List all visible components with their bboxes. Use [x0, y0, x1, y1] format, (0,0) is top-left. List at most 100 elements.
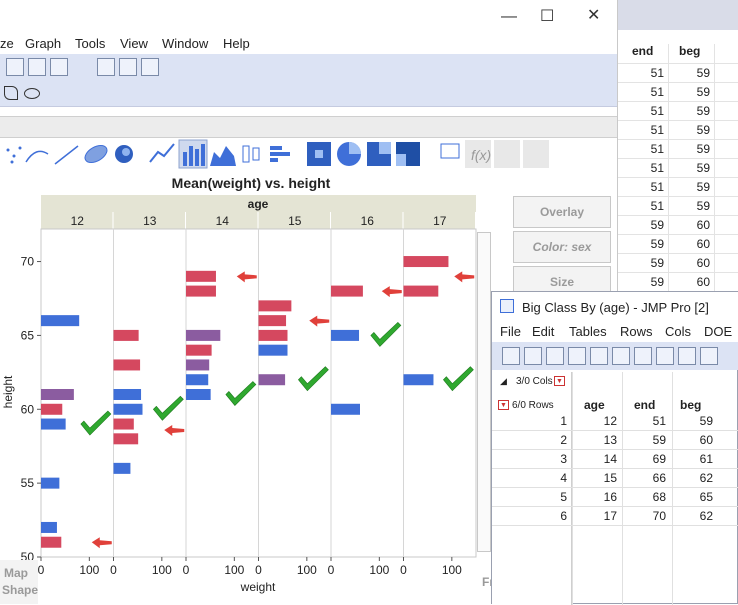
ellipse-fit-icon[interactable]: [82, 142, 110, 166]
paste-icon[interactable]: [119, 58, 137, 76]
table-cell[interactable]: 61: [683, 452, 713, 466]
table-cell[interactable]: 65: [683, 490, 713, 504]
popup-menu-rows[interactable]: Rows: [620, 324, 653, 339]
collapse-icon[interactable]: ◢: [500, 376, 507, 387]
bar[interactable]: [258, 329, 288, 341]
col-header-end[interactable]: end: [632, 44, 653, 58]
bar[interactable]: [41, 403, 63, 415]
menu-graph[interactable]: Graph: [25, 36, 61, 51]
formula-icon[interactable]: f(x): [465, 140, 491, 168]
bar[interactable]: [331, 403, 360, 415]
bar[interactable]: [403, 374, 434, 386]
bar[interactable]: [258, 344, 288, 356]
sort-icon[interactable]: [568, 347, 586, 365]
table-view-icon[interactable]: [502, 347, 520, 365]
histogram-icon[interactable]: [270, 146, 290, 162]
bar[interactable]: [41, 389, 74, 400]
popup-menu-edit[interactable]: Edit: [532, 324, 554, 339]
map-shape-zone[interactable]: Map Shape: [0, 560, 38, 604]
parallel-icon[interactable]: [523, 140, 549, 168]
bar[interactable]: [186, 374, 209, 386]
table-cell[interactable]: 51: [636, 161, 664, 175]
rows-count[interactable]: 6/0 Rows: [512, 400, 554, 411]
table-cell[interactable]: 51: [636, 414, 666, 428]
bar[interactable]: [258, 374, 286, 386]
table-cell[interactable]: 62: [683, 509, 713, 523]
bar[interactable]: [41, 418, 66, 430]
export-icon[interactable]: [141, 58, 159, 76]
line-icon[interactable]: [149, 143, 175, 163]
bar[interactable]: [186, 359, 210, 371]
table-cell[interactable]: 51: [636, 66, 664, 80]
points-icon[interactable]: [6, 146, 22, 164]
chart-icon[interactable]: [6, 58, 24, 76]
color-zone[interactable]: Color: sex: [513, 231, 611, 263]
bar[interactable]: [186, 389, 211, 400]
heatmap-icon[interactable]: [307, 142, 331, 166]
table-cell[interactable]: 13: [587, 433, 617, 447]
row-number[interactable]: 5: [537, 490, 567, 504]
table-cell[interactable]: 59: [636, 256, 664, 270]
edit-icon[interactable]: [634, 347, 652, 365]
menu-view[interactable]: View: [120, 36, 148, 51]
copy-icon[interactable]: [97, 58, 115, 76]
table-cell[interactable]: 15: [587, 471, 617, 485]
bar[interactable]: [113, 389, 142, 400]
table-cell[interactable]: 60: [682, 275, 710, 289]
bar[interactable]: [41, 521, 57, 533]
grid-icon[interactable]: [28, 58, 46, 76]
table-cell[interactable]: 59: [682, 180, 710, 194]
bar[interactable]: [186, 344, 212, 356]
table-cell[interactable]: 51: [636, 85, 664, 99]
bar[interactable]: [403, 256, 449, 268]
table-cell[interactable]: 66: [636, 471, 666, 485]
map-shapes-icon[interactable]: [494, 140, 520, 168]
y-axis-label[interactable]: height: [1, 375, 15, 408]
area-icon[interactable]: [210, 146, 236, 166]
lasso-icon[interactable]: [4, 86, 18, 100]
table-cell[interactable]: 60: [682, 237, 710, 251]
table-cell[interactable]: 14: [587, 452, 617, 466]
row-number[interactable]: 2: [537, 433, 567, 447]
bar-icon[interactable]: [178, 139, 208, 169]
bar[interactable]: [331, 285, 363, 297]
table-cell[interactable]: 59: [682, 161, 710, 175]
row-number[interactable]: 6: [537, 509, 567, 523]
cols-menu-icon[interactable]: ▼: [554, 376, 565, 386]
row-number[interactable]: 4: [537, 471, 567, 485]
caption-box-icon[interactable]: [440, 143, 460, 159]
menu-help[interactable]: Help: [223, 36, 250, 51]
bar[interactable]: [258, 315, 287, 327]
table-cell[interactable]: 62: [683, 471, 713, 485]
table-cell[interactable]: 68: [636, 490, 666, 504]
bar[interactable]: [113, 433, 139, 445]
contour-icon[interactable]: [115, 145, 133, 163]
box-plot-icon[interactable]: [242, 145, 260, 163]
arrow-icon[interactable]: [612, 347, 630, 365]
table-cell[interactable]: 51: [636, 180, 664, 194]
ellipse-icon[interactable]: [24, 88, 40, 99]
table-cell[interactable]: 60: [682, 218, 710, 232]
pie-icon[interactable]: [337, 142, 361, 166]
table-cell[interactable]: 12: [587, 414, 617, 428]
select-icon[interactable]: [678, 347, 696, 365]
bar[interactable]: [186, 270, 216, 282]
bar[interactable]: [41, 477, 60, 489]
table-cell[interactable]: 60: [682, 256, 710, 270]
menu-analyze[interactable]: ze: [0, 36, 14, 51]
table-cell[interactable]: 59: [682, 123, 710, 137]
table-cell[interactable]: 16: [587, 490, 617, 504]
col-header-beg[interactable]: beg: [680, 398, 701, 412]
bar[interactable]: [331, 329, 360, 341]
bar[interactable]: [113, 403, 143, 415]
bar[interactable]: [41, 315, 80, 327]
bar[interactable]: [258, 300, 292, 312]
table-cell[interactable]: 51: [636, 199, 664, 213]
row-number[interactable]: 1: [537, 414, 567, 428]
bar[interactable]: [41, 536, 62, 548]
bar[interactable]: [113, 359, 141, 371]
bar[interactable]: [186, 285, 216, 297]
rows-menu-icon[interactable]: ▼: [498, 400, 509, 410]
table-cell[interactable]: 59: [682, 199, 710, 213]
col-header-beg[interactable]: beg: [679, 44, 700, 58]
